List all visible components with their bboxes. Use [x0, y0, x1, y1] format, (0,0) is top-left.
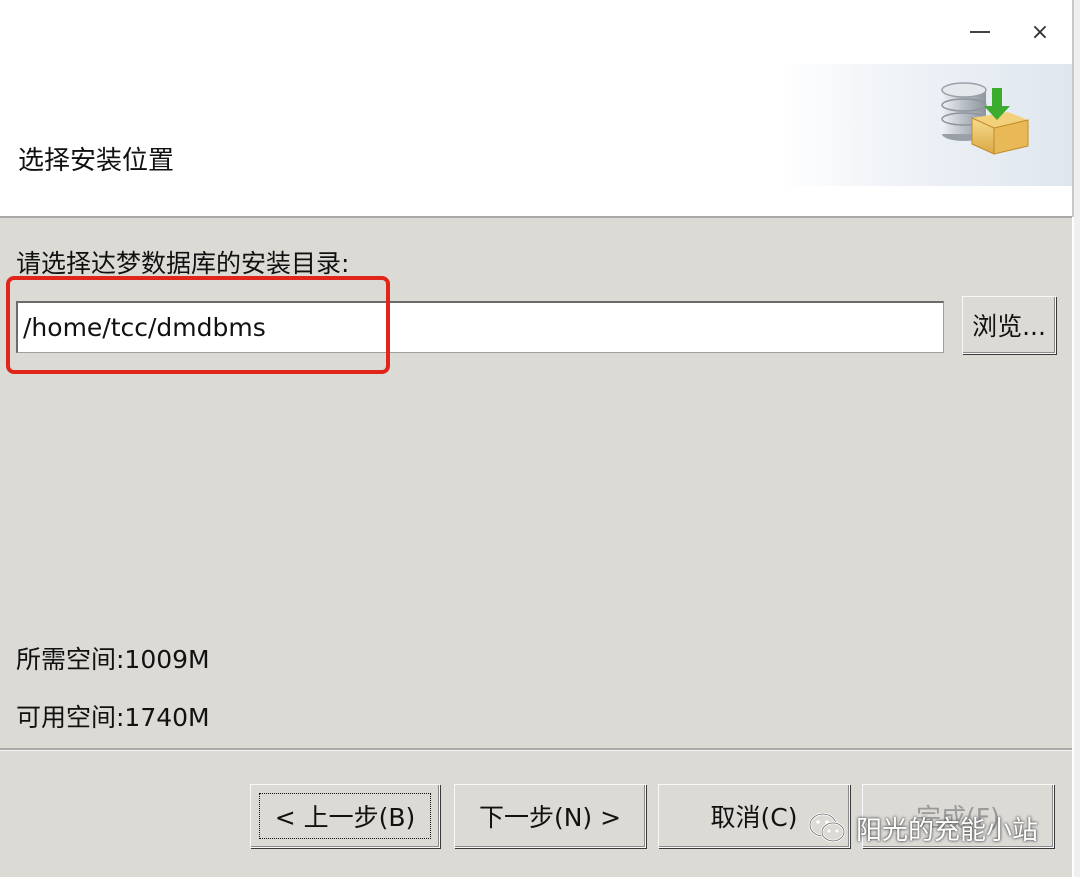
wizard-header: 选择安装位置: [0, 0, 1074, 217]
database-install-icon: [941, 82, 1029, 155]
wechat-icon: [808, 812, 846, 843]
back-button[interactable]: < 上一步(B): [250, 784, 440, 848]
minimize-icon: [970, 31, 990, 33]
page-title: 选择安装位置: [18, 146, 175, 176]
watermark-text: 阳光的充能小站: [856, 815, 1039, 846]
close-button[interactable]: ×: [1020, 14, 1060, 50]
footer-separator: [0, 748, 1072, 751]
close-icon: ×: [1030, 19, 1050, 45]
window-edge: [1074, 0, 1080, 877]
required-space-label: 所需空间:1009M: [16, 645, 210, 674]
available-space-label: 可用空间:1740M: [16, 703, 210, 732]
browse-button[interactable]: 浏览...: [962, 296, 1056, 354]
install-dir-prompt: 请选择达梦数据库的安装目录:: [16, 249, 350, 278]
next-button[interactable]: 下一步(N) >: [454, 784, 646, 848]
install-path-input[interactable]: /home/tcc/dmdbms: [16, 301, 944, 353]
watermark: 阳光的充能小站: [808, 806, 1038, 850]
minimize-button[interactable]: [960, 14, 1000, 50]
wizard-content: 请选择达梦数据库的安装目录: /home/tcc/dmdbms 浏览... 所需…: [0, 218, 1072, 877]
focus-ring: [259, 793, 431, 839]
